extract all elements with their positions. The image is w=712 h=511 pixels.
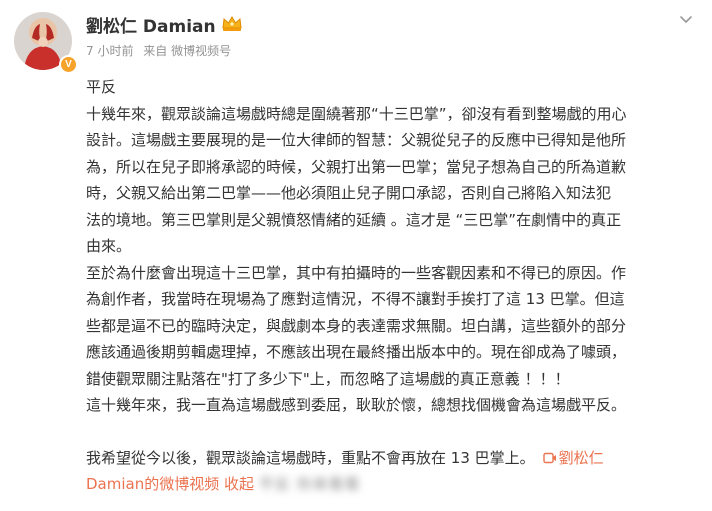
post-last-line: Damian的微博视频 收起 平反 你来看看 [86, 471, 698, 498]
post-line: 時，父親又給出第二巴掌——他必須阻止兒子開口承認，否則自己將陷入知法犯 [86, 184, 612, 202]
post-closing-line: 我希望從今以後，觀眾談論這場戲時，重點不會再放在 13 巴掌上。 劉松仁 [86, 445, 698, 472]
post-line: 為創作者，我當時在現場為了應對這情況，不得不讓對手挨打了這 13 巴掌。但這 [86, 290, 625, 308]
post-time[interactable]: 7 小时前 [86, 44, 133, 58]
video-link-label[interactable]: Damian的微博视频 [86, 475, 219, 493]
post-line: 至於為什麼會出現這十三巴掌，其中有拍攝時的一些客觀因素和不得已的原因。作 [86, 263, 627, 282]
weibo-post-card: V 劉松仁 Damian 7 小时前 来自 微博视频号 平反 十幾年來，觀眾談論… [0, 0, 712, 511]
post-line: 應該通過後期剪輯處理掉，不應該出現在最終播出版本中的。現在卻成為了噱頭， [86, 343, 627, 361]
author-row: 劉松仁 Damian [86, 12, 243, 37]
post-line: 錯使觀眾關注點落在"打了多少下"上，而忽略了這場戲的真正意義 ！！！ [86, 369, 570, 388]
post-line: 設計。這場戲主要展現的是一位大律師的智慧：父親從兒子的反應中已得知是他所 [86, 131, 627, 149]
verified-badge: V [59, 55, 78, 74]
post-line: 法的境地。第三巴掌則是父親憤怒情緒的延續 。這才是 “三巴掌”在劇情中的真正 [86, 210, 622, 229]
post-closing-text: 我希望從今以後，觀眾談論這場戲時，重點不會再放在 13 巴掌上。 [86, 448, 535, 467]
post-line: 十幾年來，觀眾談論這場戲時總是圍繞著那“十三巴掌”，卻沒有看到整場戲的用心 [86, 104, 627, 123]
post-meta: 7 小时前 来自 微博视频号 [86, 42, 237, 59]
crown-icon [221, 15, 243, 33]
post-line: 由來。 [86, 237, 132, 255]
post-line: 平反 [86, 78, 117, 96]
collapse-link[interactable]: 收起 [224, 475, 254, 493]
post-line: 為，所以在兒子即將承認的時候，父親打出第一巴掌；當兒子想為自己的所為道歉 [86, 157, 627, 176]
post-body: 平反 十幾年來，觀眾談論這場戲時總是圍繞著那“十三巴掌”，卻沒有看到整場戲的用心… [86, 74, 698, 498]
video-icon [542, 446, 557, 463]
video-link-author[interactable]: 劉松仁 [559, 449, 604, 467]
post-line: 這十幾年來，我一直為這場戲感到委屈，耿耿於懷，總想找個機會為這場戲平反。 [86, 396, 627, 414]
chevron-down-icon[interactable] [677, 10, 695, 28]
author-name[interactable]: 劉松仁 Damian [86, 12, 216, 37]
blurred-text: 平反 你来看看 [258, 475, 361, 493]
post-source[interactable]: 来自 微博视频号 [143, 44, 231, 58]
post-line: 些都是逼不已的臨時決定，與戲劇本身的表達需求無關。坦白講，這些額外的部分 [86, 316, 627, 335]
